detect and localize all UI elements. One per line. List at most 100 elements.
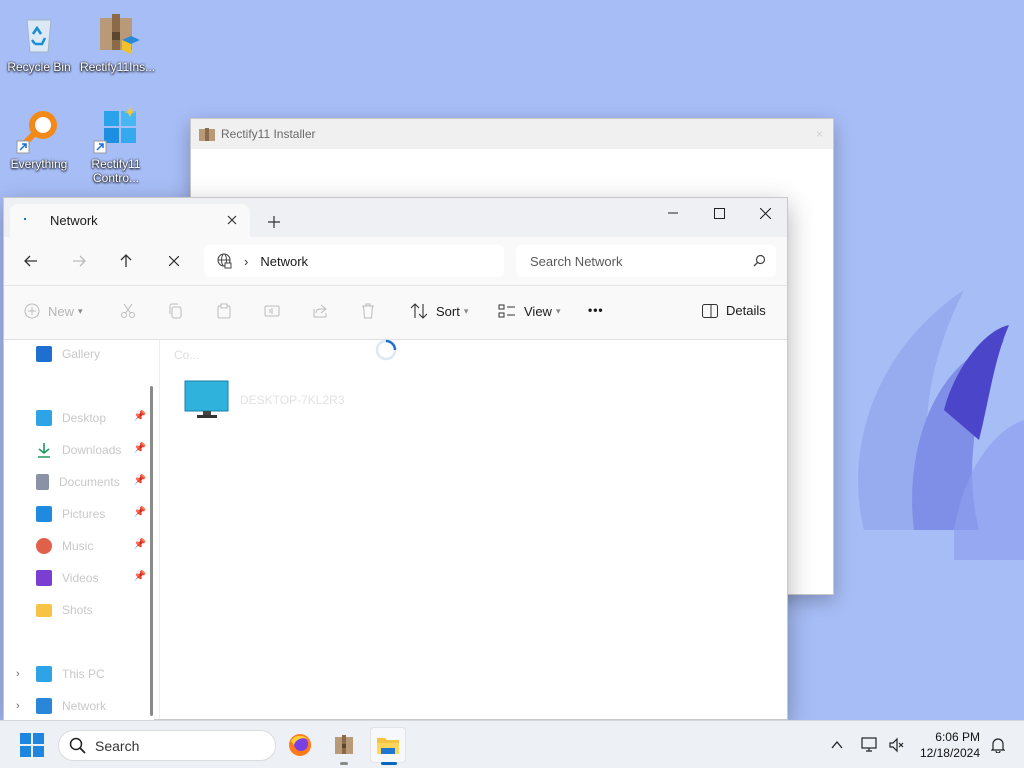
taskbar-app-firefox[interactable] — [282, 727, 318, 763]
desktop-icon-rectify-control[interactable]: Rectify11 Contro... — [80, 107, 152, 185]
sort-button[interactable]: Sort ▾ — [410, 303, 468, 319]
back-button[interactable] — [16, 247, 46, 275]
cut-button[interactable] — [120, 303, 136, 319]
sidebar-item-network[interactable]: Network — [36, 696, 146, 716]
show-hidden-icons-button[interactable] — [822, 727, 852, 763]
search-box[interactable]: Search Network — [516, 245, 776, 277]
clock-time: 6:06 PM — [935, 730, 980, 744]
file-explorer-window[interactable]: Network › Network Search Network New ▾ S… — [3, 197, 788, 721]
active-indicator — [381, 762, 397, 765]
sidebar-item-downloads[interactable]: Downloads 📌 — [36, 440, 146, 460]
share-icon — [313, 304, 327, 318]
trash-icon — [362, 303, 374, 319]
sidebar-item-label: Network — [62, 699, 107, 713]
start-button[interactable] — [14, 727, 50, 763]
desktop-icon-recycle-bin[interactable]: Recycle Bin — [3, 10, 75, 74]
sidebar-item-gallery[interactable]: Gallery — [36, 344, 146, 364]
group-header[interactable]: Co... — [174, 348, 199, 362]
windows-logo-icon — [92, 107, 140, 155]
windows-logo-icon — [20, 733, 44, 757]
desktop-icon-rectify-installer[interactable]: Rectify11Ins... — [80, 10, 155, 74]
pin-icon: 📌 — [133, 507, 146, 518]
wallpaper-bloom — [858, 290, 1024, 560]
forward-button[interactable] — [64, 247, 94, 275]
tab-close-button[interactable] — [222, 210, 242, 230]
sidebar-item-desktop[interactable]: Desktop 📌 — [36, 408, 146, 428]
view-label: View — [524, 303, 552, 319]
sidebar-item-label: Videos — [62, 571, 99, 585]
sidebar-item-label: Gallery — [62, 347, 101, 361]
gallery-icon — [36, 346, 52, 362]
sidebar-item-label: Documents — [59, 475, 120, 489]
navigation-pane: Gallery Desktop 📌 Downloads 📌 Documents … — [4, 340, 154, 721]
sidebar-item-pictures[interactable]: Pictures 📌 — [36, 504, 146, 524]
new-button[interactable]: New ▾ — [24, 303, 83, 319]
sidebar-item-label: Music — [62, 539, 94, 553]
up-button[interactable] — [111, 247, 141, 275]
chevron-down-icon: ▾ — [78, 305, 83, 316]
command-bar: New ▾ Sort ▾ View ▾ ••• Details — [4, 285, 787, 340]
bell-icon — [991, 738, 1005, 753]
network-computer-item[interactable]: DESKTOP-7KL2R3 — [184, 380, 345, 420]
delete-button[interactable] — [360, 303, 376, 319]
documents-icon — [36, 474, 49, 490]
taskbar-search[interactable]: Search — [58, 730, 276, 761]
address-bar[interactable]: › Network — [204, 245, 504, 277]
share-button[interactable] — [312, 303, 328, 319]
sidebar-item-videos[interactable]: Videos 📌 — [36, 568, 146, 588]
taskbar-search-label: Search — [95, 737, 140, 754]
desktop-icon-everything[interactable]: Everything — [3, 107, 75, 171]
sidebar-item-shots[interactable]: Shots — [36, 600, 146, 620]
music-icon — [36, 538, 52, 554]
sidebar-item-music[interactable]: Music 📌 — [36, 536, 146, 556]
file-explorer-icon — [377, 738, 399, 754]
maximize-button[interactable] — [696, 198, 742, 228]
breadcrumb-network[interactable]: Network — [260, 254, 308, 269]
stop-loading-button[interactable] — [159, 247, 189, 275]
arrow-right-icon — [73, 255, 86, 267]
installer-close-button[interactable]: × — [816, 127, 823, 141]
taskbar-app-file-explorer[interactable] — [370, 727, 406, 765]
minimize-button[interactable] — [650, 198, 696, 228]
system-clock[interactable]: 6:06 PM 12/18/2024 — [920, 729, 980, 761]
sort-label: Sort — [436, 303, 460, 319]
new-label: New — [48, 303, 75, 319]
desktop-icon — [36, 410, 52, 426]
sidebar-scrollbar[interactable] — [150, 386, 153, 716]
close-icon — [227, 215, 237, 225]
tab-bar: Network — [4, 198, 787, 237]
details-pane-button[interactable]: Details — [702, 303, 766, 318]
arrow-up-icon — [120, 254, 132, 267]
breadcrumb-separator: › — [244, 253, 249, 269]
sidebar-item-label: Desktop — [62, 411, 107, 425]
sidebar-item-label: Downloads — [62, 443, 122, 457]
notifications-button[interactable] — [984, 727, 1012, 763]
copy-button[interactable] — [168, 303, 184, 319]
volume-button[interactable] — [882, 727, 910, 763]
chevron-right-icon[interactable]: › — [16, 668, 20, 680]
new-tab-button[interactable] — [262, 210, 286, 234]
search-icon — [69, 737, 86, 754]
sidebar-item-documents[interactable]: Documents 📌 — [36, 472, 146, 492]
desktop-icon-label: Rectify11 Contro... — [91, 157, 141, 185]
downloads-icon — [38, 443, 50, 458]
more-options-button[interactable]: ••• — [588, 303, 604, 317]
plus-circle-icon — [24, 303, 40, 319]
paste-button[interactable] — [216, 303, 232, 319]
taskbar-app-installer[interactable] — [326, 727, 362, 765]
tab-network[interactable]: Network — [10, 204, 250, 237]
view-button[interactable]: View ▾ — [498, 303, 560, 319]
installer-titlebar[interactable]: Rectify11 Installer × — [191, 119, 833, 149]
rename-button[interactable] — [264, 303, 280, 319]
sidebar-item-this-pc[interactable]: This PC — [36, 664, 146, 684]
folder-icon — [36, 603, 52, 617]
everything-search-icon — [15, 107, 63, 155]
network-status-button[interactable] — [856, 727, 884, 763]
pin-icon: 📌 — [133, 443, 146, 454]
view-list-icon — [498, 304, 515, 318]
copy-icon — [169, 303, 182, 319]
chevron-down-icon: ▾ — [555, 305, 561, 316]
minimize-icon — [668, 212, 678, 214]
chevron-right-icon[interactable]: › — [16, 700, 20, 712]
close-window-button[interactable] — [742, 198, 788, 228]
